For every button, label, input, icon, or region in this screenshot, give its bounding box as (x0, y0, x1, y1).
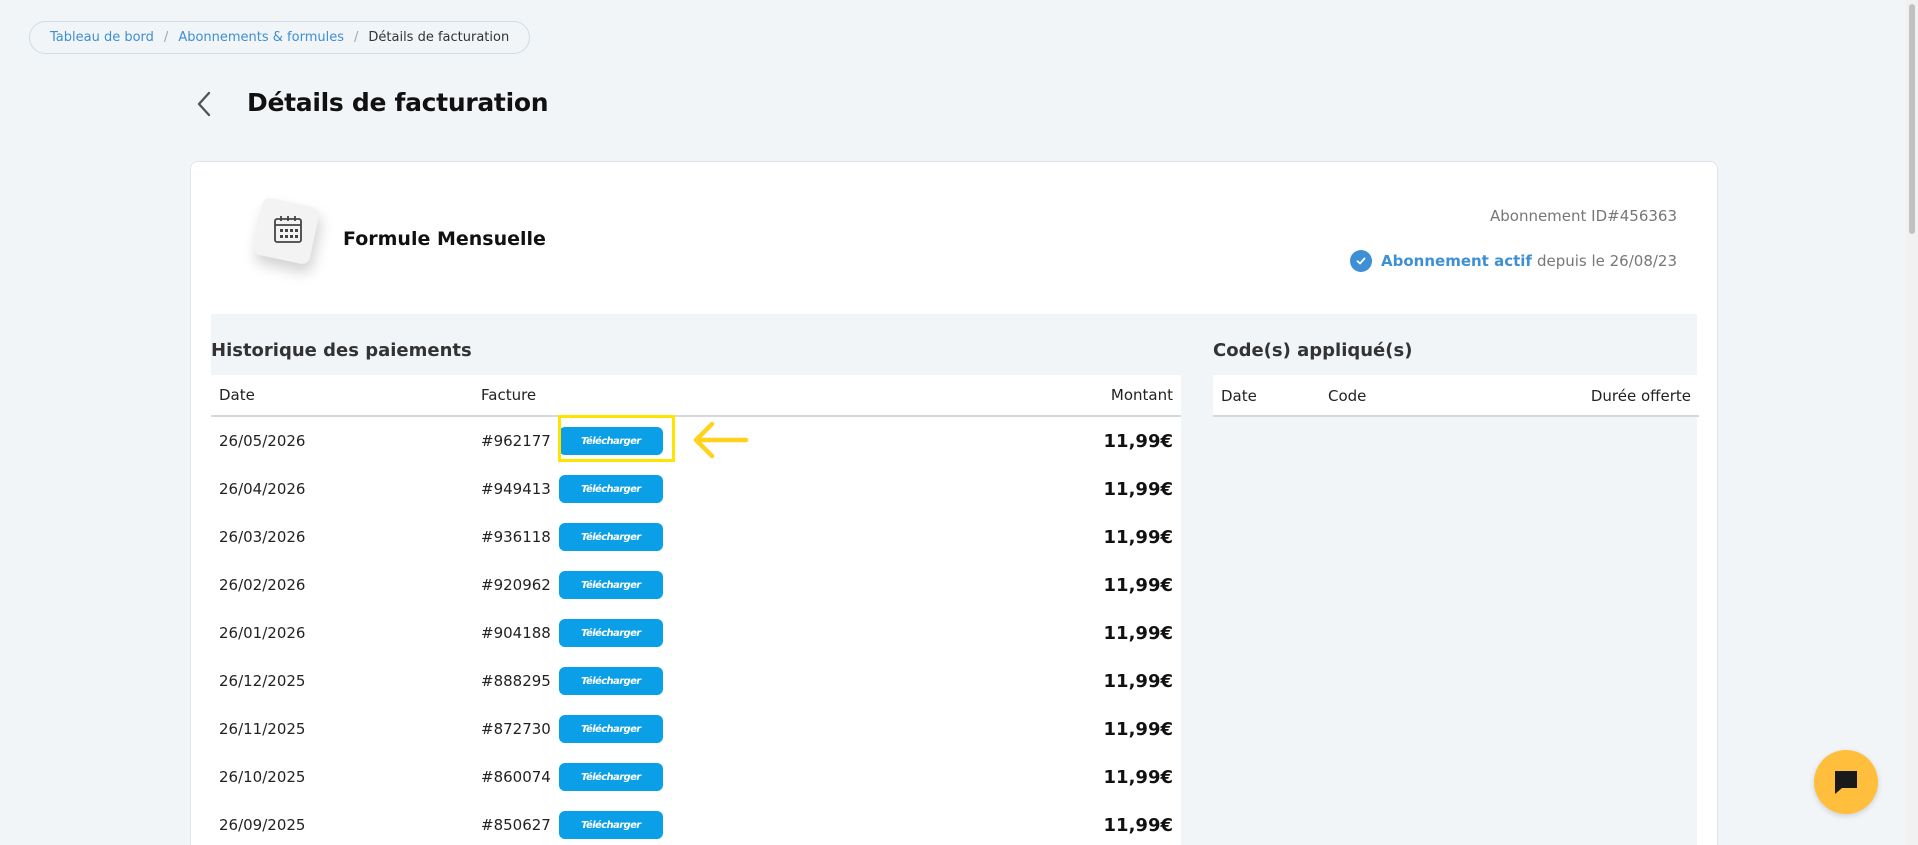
table-row: 26/02/2026 #920962 Télécharger 11,99€ (211, 561, 1181, 609)
page-scrollbar[interactable] (1906, 0, 1918, 845)
download-invoice-button[interactable]: Télécharger (558, 667, 663, 695)
column-header-invoice: Facture (481, 386, 537, 404)
payment-amount: 11,99€ (1103, 478, 1173, 500)
breadcrumb-link-subscriptions[interactable]: Abonnements & formules (178, 30, 344, 45)
table-row: 26/01/2026 #904188 Télécharger 11,99€ (211, 609, 1181, 657)
payment-amount: 11,99€ (1103, 814, 1173, 836)
payment-date: 26/11/2025 (219, 720, 306, 738)
invoice-number: #962177 (481, 432, 551, 450)
payment-invoice: #962177 Télécharger (481, 427, 1041, 455)
download-invoice-button[interactable]: Télécharger (558, 571, 663, 599)
download-invoice-button[interactable]: Télécharger (558, 475, 663, 503)
invoice-number: #920962 (481, 576, 551, 594)
breadcrumb-separator: / (163, 30, 169, 45)
table-row: 26/10/2025 #860074 Télécharger 11,99€ (211, 753, 1181, 801)
table-row: 26/12/2025 #888295 Télécharger 11,99€ (211, 657, 1181, 705)
invoice-number: #860074 (481, 768, 551, 786)
status-badge: Abonnement actif (1381, 252, 1532, 270)
table-row: 26/09/2025 #850627 Télécharger 11,99€ (211, 801, 1181, 845)
column-header-code-date: Date (1221, 387, 1257, 405)
payment-date: 26/04/2026 (219, 480, 306, 498)
plan-name: Formule Mensuelle (343, 228, 546, 250)
codes-table-header: Date Code Durée offerte (1213, 375, 1699, 417)
payments-title: Historique des paiements (211, 340, 472, 361)
table-row: 26/11/2025 #872730 Télécharger 11,99€ (211, 705, 1181, 753)
payment-amount: 11,99€ (1103, 766, 1173, 788)
payment-amount: 11,99€ (1103, 430, 1173, 452)
payment-amount: 11,99€ (1103, 622, 1173, 644)
payment-date: 26/12/2025 (219, 672, 306, 690)
subscription-header: Formule Mensuelle Abonnement ID#456363 A… (191, 162, 1717, 314)
payment-invoice: #904188 Télécharger (481, 619, 1041, 647)
payment-date: 26/10/2025 (219, 768, 306, 786)
status-since: depuis le 26/08/23 (1536, 252, 1677, 270)
chevron-left-icon (197, 91, 211, 117)
breadcrumb-separator: / (354, 30, 359, 45)
payment-date: 26/05/2026 (219, 432, 306, 450)
payment-date: 26/09/2025 (219, 816, 306, 834)
payment-date: 26/01/2026 (219, 624, 306, 642)
breadcrumb-current: Détails de facturation (368, 30, 510, 45)
column-header-amount: Montant (1110, 386, 1173, 404)
page-title: Détails de facturation (247, 88, 549, 117)
download-invoice-button[interactable]: Télécharger (558, 763, 663, 791)
payment-amount: 11,99€ (1103, 574, 1173, 596)
subscription-id: Abonnement ID#456363 (1489, 207, 1677, 225)
payment-invoice: #872730 Télécharger (481, 715, 1041, 743)
invoice-number: #888295 (481, 672, 551, 690)
arrow-left-icon (693, 421, 749, 459)
payment-invoice: #860074 Télécharger (481, 763, 1041, 791)
payment-amount: 11,99€ (1103, 526, 1173, 548)
back-button[interactable] (192, 89, 216, 119)
download-invoice-button[interactable]: Télécharger (558, 619, 663, 647)
breadcrumb: Tableau de bord / Abonnements & formules… (29, 21, 531, 54)
calendar-icon (271, 212, 305, 246)
download-invoice-button[interactable]: Télécharger (558, 715, 663, 743)
invoice-number: #936118 (481, 528, 551, 546)
payment-date: 26/03/2026 (219, 528, 306, 546)
payment-amount: 11,99€ (1103, 718, 1173, 740)
billing-body: Historique des paiements Date Facture Mo… (211, 314, 1699, 845)
invoice-number: #872730 (481, 720, 551, 738)
payment-invoice: #888295 Télécharger (481, 667, 1041, 695)
column-header-date: Date (219, 386, 255, 404)
payments-table-body: 26/05/2026 #962177 Télécharger 11,99€ 26/04/… (211, 417, 1181, 845)
payment-date: 26/02/2026 (219, 576, 306, 594)
table-row: 26/03/2026 #936118 Télécharger 11,99€ (211, 513, 1181, 561)
payment-invoice: #936118 Télécharger (481, 523, 1041, 551)
payment-invoice: #920962 Télécharger (481, 571, 1041, 599)
codes-title: Code(s) appliqué(s) (1213, 340, 1413, 361)
billing-card: Formule Mensuelle Abonnement ID#456363 A… (190, 161, 1718, 845)
download-invoice-button[interactable]: Télécharger (558, 523, 663, 551)
check-circle-icon (1350, 250, 1373, 272)
invoice-number: #904188 (481, 624, 551, 642)
payment-amount: 11,99€ (1103, 670, 1173, 692)
invoice-number: #850627 (481, 816, 551, 834)
payment-invoice: #949413 Télécharger (481, 475, 1041, 503)
payment-invoice: #850627 Télécharger (481, 811, 1041, 839)
subscription-status: Abonnement actif depuis le 26/08/23 (1350, 250, 1677, 272)
codes-table: Date Code Durée offerte (1213, 375, 1699, 417)
scrollbar-thumb[interactable] (1909, 4, 1915, 234)
chat-button[interactable] (1814, 750, 1878, 814)
payments-table-header: Date Facture Montant (211, 375, 1181, 417)
download-invoice-button[interactable]: Télécharger (558, 811, 663, 839)
column-header-duration: Durée offerte (1590, 387, 1691, 405)
download-invoice-button[interactable]: Télécharger (558, 427, 663, 455)
invoice-number: #949413 (481, 480, 551, 498)
chat-bubble-icon (1835, 771, 1857, 794)
table-row: 26/04/2026 #949413 Télécharger 11,99€ (211, 465, 1181, 513)
breadcrumb-link-dashboard[interactable]: Tableau de bord (50, 30, 154, 45)
column-header-code: Code (1328, 387, 1367, 405)
